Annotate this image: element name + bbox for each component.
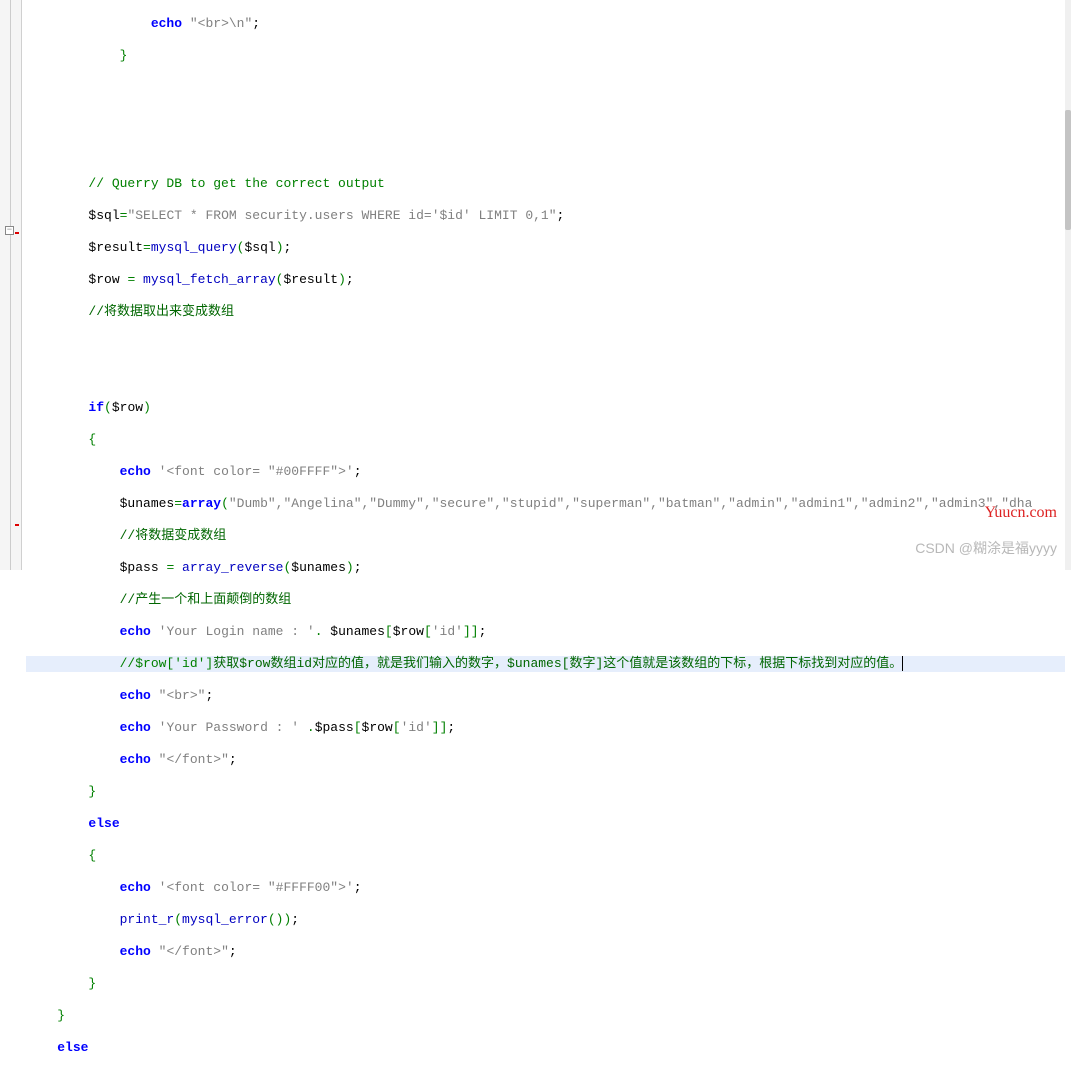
code-line: echo '<font color= "#00FFFF">'; [26,464,1065,480]
code-line: echo "<br>\n"; [26,16,1065,32]
vertical-scrollbar[interactable] [1065,0,1071,570]
text-cursor [902,656,903,671]
code-line: $row = mysql_fetch_array($result); [26,272,1065,288]
watermark-logo: Yuucn.com [985,504,1057,522]
code-line: echo 'Your Login name : '. $unames[$row[… [26,624,1065,640]
code-line: } [26,976,1065,992]
code-line: // Querry DB to get the correct output [26,176,1065,192]
code-line: //产生一个和上面颠倒的数组 [26,592,1065,608]
code-line: $result=mysql_query($sql); [26,240,1065,256]
code-line: $sql="SELECT * FROM security.users WHERE… [26,208,1065,224]
code-line: else [26,816,1065,832]
code-line: } [26,784,1065,800]
code-line: if($row) [26,400,1065,416]
code-line: echo "</font>"; [26,752,1065,768]
change-marker [15,232,19,234]
gutter: − [0,0,22,570]
code-line: $pass = array_reverse($unames); [26,560,1065,576]
code-line: //将数据取出来变成数组 [26,304,1065,320]
fold-guide [10,0,11,570]
change-marker [15,524,19,526]
code-line: echo '<font color= "#FFFF00">'; [26,880,1065,896]
code-line: //将数据变成数组 [26,528,1065,544]
code-editor: − echo "<br>\n"; } // Querry DB to get t… [0,0,1071,570]
code-line: print_r(mysql_error()); [26,912,1065,928]
code-line: { [26,848,1065,864]
code-line: else [26,1040,1065,1056]
code-line: echo 'Your Password : ' .$pass[$row['id'… [26,720,1065,736]
watermark-attribution: CSDN @糊涂是福yyyy [915,538,1057,558]
code-line: echo "</font>"; [26,944,1065,960]
code-line: { [26,432,1065,448]
fold-toggle[interactable]: − [5,226,14,235]
code-line: } [26,48,1065,64]
code-line: echo "<br>"; [26,688,1065,704]
code-line: } [26,1008,1065,1024]
code-line: $unames=array("Dumb","Angelina","Dummy",… [26,496,1065,512]
code-line-active: //$row['id']获取$row数组id对应的值，就是我们输入的数字，$un… [26,656,1065,672]
scroll-thumb[interactable] [1065,110,1071,230]
code-area[interactable]: echo "<br>\n"; } // Querry DB to get the… [26,0,1065,570]
